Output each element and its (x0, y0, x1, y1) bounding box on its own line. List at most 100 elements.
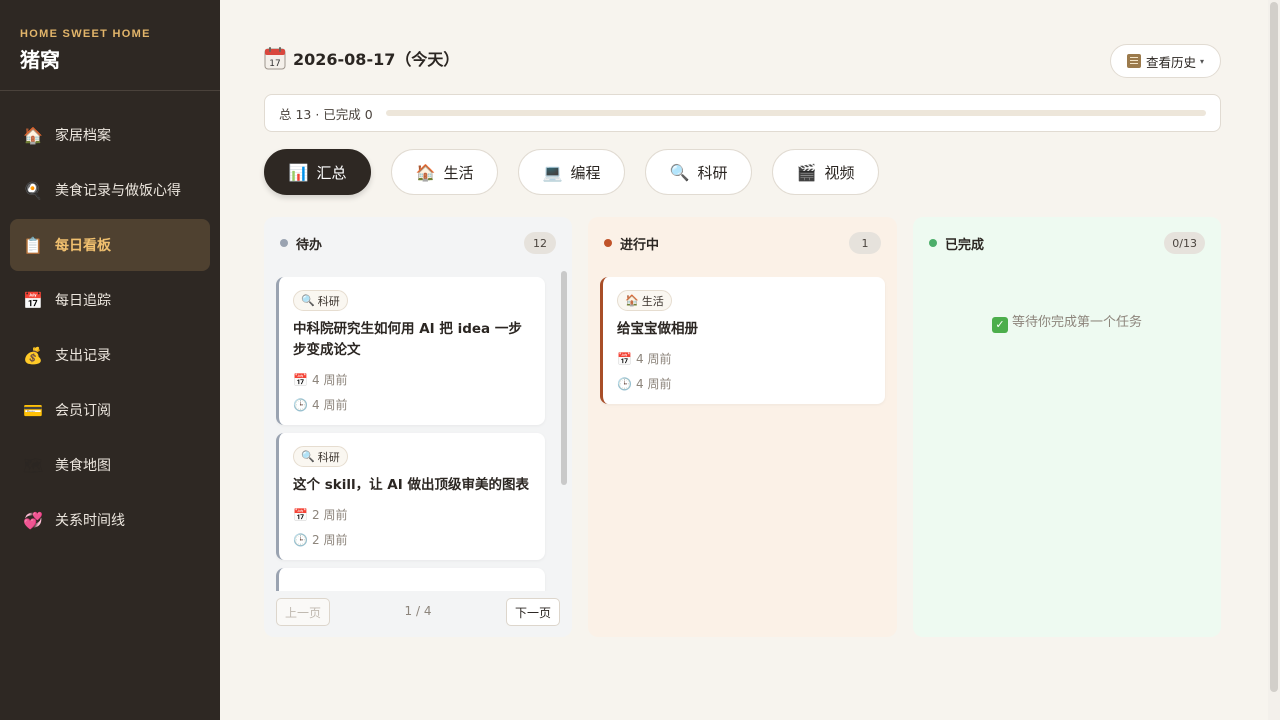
column-title: 已完成 (945, 237, 985, 253)
page-scrollbar[interactable] (1268, 0, 1280, 720)
clipboard-icon: 📋 (23, 235, 43, 255)
svg-text:17: 17 (269, 59, 280, 69)
tab-label: 视频 (824, 163, 855, 182)
column-count-badge: 0/13 (1164, 232, 1205, 254)
task-updated-text: 4 周前 (636, 377, 672, 391)
main-content: 17 2026-08-17（今天） 查看历史 ▾ 总 13 · 已完成 0 📊 … (220, 0, 1268, 720)
sidebar-item-daily-tracking[interactable]: 📅 每日追踪 (10, 274, 210, 326)
card-list[interactable]: 🏠 生活 给宝宝做相册 📅 4 周前 🕒 4 周前 (600, 277, 890, 591)
house-icon: 🏠 (23, 125, 43, 145)
tab-life[interactable]: 🏠 生活 (391, 149, 498, 195)
page-title: 2026-08-17（今天） (293, 50, 460, 69)
clock-icon: 🕒 (293, 397, 308, 412)
calendar-icon: 📅 (23, 290, 43, 310)
scroll-icon (1126, 54, 1141, 68)
category-tabs: 📊 汇总 🏠 生活 💻 编程 🔍 科研 🎬 视频 (264, 149, 899, 195)
tab-label: 汇总 (316, 163, 347, 182)
task-created-text: 2 周前 (312, 508, 348, 522)
tab-label: 科研 (697, 163, 728, 182)
category-tag-label: 生活 (641, 294, 664, 308)
sidebar-item-daily-board[interactable]: 📋 每日看板 (10, 219, 210, 271)
tab-label: 生活 (443, 163, 474, 182)
tab-summary[interactable]: 📊 汇总 (264, 149, 371, 195)
credit-card-icon: 💳 (23, 400, 43, 420)
page-header: 17 2026-08-17（今天） 查看历史 ▾ (264, 44, 1221, 78)
money-bag-icon: 💰 (23, 345, 43, 365)
column-title: 待办 (296, 237, 323, 253)
task-created: 📅 4 周前 (617, 350, 871, 367)
tab-programming[interactable]: 💻 编程 (518, 149, 625, 195)
calendar-icon: 📅 (293, 372, 308, 387)
sidebar-item-label: 每日看板 (55, 238, 111, 254)
brand-title: 猪窝 (20, 48, 60, 72)
task-card[interactable]: 🔍 科研 中科院研究生如何用 AI 把 idea 一步步变成论文 📅 4 周前 … (276, 277, 545, 425)
column-in-progress: 进行中 1 🏠 生活 给宝宝做相册 📅 4 周前 🕒 4 周前 (588, 217, 897, 637)
tab-label: 编程 (570, 163, 601, 182)
scrollbar-thumb[interactable] (561, 271, 567, 485)
column-header: 待办 12 (280, 231, 556, 255)
magnifier-icon: 🔍 (301, 294, 315, 307)
sidebar-item-label: 会员订阅 (55, 403, 111, 419)
brand-subtitle: HOME SWEET HOME (20, 28, 151, 40)
task-updated: 🕒 2 周前 (293, 531, 531, 548)
category-tag[interactable]: 🏠 生活 (617, 290, 672, 311)
sidebar-item-label: 支出记录 (55, 348, 111, 364)
task-created: 📅 2 周前 (293, 506, 531, 523)
category-tag-label: 科研 (317, 294, 340, 308)
column-done: 已完成 0/13 ✓ 等待你完成第一个任务 (913, 217, 1221, 637)
sidebar-item-label: 美食地图 (55, 458, 111, 474)
task-created-text: 4 周前 (636, 352, 672, 366)
tab-video[interactable]: 🎬 视频 (772, 149, 879, 195)
column-count-badge: 12 (524, 232, 556, 254)
map-icon: 🗺 (22, 455, 44, 475)
calendar-icon: 📅 (293, 507, 308, 522)
sidebar-item-label: 关系时间线 (55, 513, 125, 529)
progress-text: 总 13 · 已完成 0 (279, 106, 373, 122)
view-history-button[interactable]: 查看历史 ▾ (1109, 44, 1221, 78)
column-header: 进行中 1 (604, 231, 881, 255)
card-list-scrollbar[interactable] (560, 271, 568, 593)
calendar-icon: 📅 (617, 351, 632, 366)
brand: HOME SWEET HOME 猪窝 (0, 0, 220, 91)
sidebar-item-relationship-timeline[interactable]: 💞 关系时间线 (10, 494, 210, 546)
clock-icon: 🕒 (293, 532, 308, 547)
frying-pan-icon: 🍳 (23, 180, 43, 200)
task-created-text: 4 周前 (312, 373, 348, 387)
sidebar-item-subscriptions[interactable]: 💳 会员订阅 (10, 384, 210, 436)
house-icon: 🏠 (625, 294, 639, 307)
category-tag[interactable]: 🔍 科研 (293, 290, 348, 311)
task-title: 中科院研究生如何用 AI 把 idea 一步步变成论文 (293, 321, 522, 358)
sidebar-item-expenses[interactable]: 💰 支出记录 (10, 329, 210, 381)
task-title: 给宝宝做相册 (617, 321, 698, 337)
task-card-partial[interactable] (276, 568, 545, 591)
column-todo: 待办 12 🔍 科研 中科院研究生如何用 AI 把 idea 一步步变成论文 📅… (264, 217, 572, 637)
task-updated-text: 2 周前 (312, 533, 348, 547)
task-title: 这个 skill，让 AI 做出顶级审美的图表 (293, 477, 529, 493)
sidebar-item-food-map[interactable]: 🗺 美食地图 (10, 439, 210, 491)
bar-chart-icon: 📊 (288, 162, 309, 182)
task-created: 📅 4 周前 (293, 371, 531, 388)
sidebar-item-label: 每日追踪 (55, 293, 111, 309)
progress-bar (385, 110, 1206, 116)
task-card[interactable]: 🏠 生活 给宝宝做相册 📅 4 周前 🕒 4 周前 (600, 277, 885, 404)
empty-state: ✓ 等待你完成第一个任务 (913, 311, 1221, 333)
laptop-icon: 💻 (542, 162, 563, 182)
task-updated-text: 4 周前 (312, 398, 348, 412)
next-page-button[interactable]: 下一页 (505, 598, 560, 626)
sidebar-nav: 🏠 家居档案 🍳 美食记录与做饭心得 📋 每日看板 📅 每日追踪 💰 支出记录 … (0, 91, 220, 546)
calendar-icon: 17 (264, 47, 286, 70)
sidebar-item-label: 美食记录与做饭心得 (55, 183, 181, 199)
column-title: 进行中 (620, 237, 660, 253)
sidebar-item-food-notes[interactable]: 🍳 美食记录与做饭心得 (10, 164, 210, 216)
check-mark-icon: ✓ (991, 316, 1008, 333)
sidebar-item-home-archive[interactable]: 🏠 家居档案 (10, 109, 210, 161)
category-tag[interactable]: 🔍 科研 (293, 446, 348, 467)
status-dot (929, 239, 937, 247)
task-card[interactable]: 🔍 科研 这个 skill，让 AI 做出顶级审美的图表 📅 2 周前 🕒 2 … (276, 433, 545, 560)
card-list[interactable]: 🔍 科研 中科院研究生如何用 AI 把 idea 一步步变成论文 📅 4 周前 … (276, 277, 557, 591)
page-scrollbar-thumb[interactable] (1270, 2, 1278, 692)
view-history-label: 查看历史 (1145, 54, 1196, 70)
status-dot (280, 239, 288, 247)
tab-research[interactable]: 🔍 科研 (645, 149, 752, 195)
magnifier-icon: 🔍 (669, 162, 690, 182)
